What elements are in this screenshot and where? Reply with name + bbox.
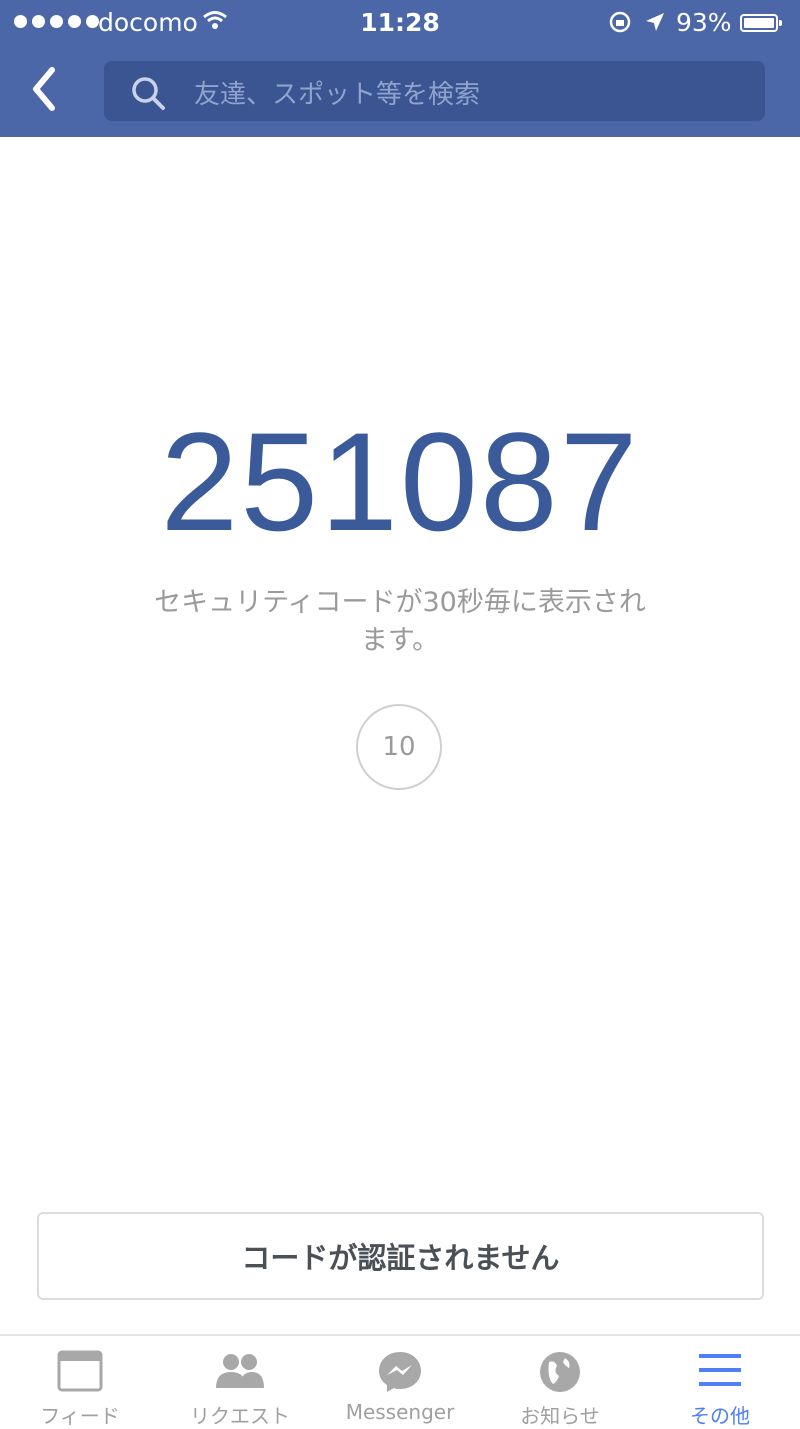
- news-feed-icon: [57, 1350, 103, 1396]
- tab-feed[interactable]: フィード: [0, 1336, 160, 1429]
- back-button[interactable]: [24, 64, 74, 120]
- security-code: 251087: [160, 403, 640, 560]
- tab-requests-label: リクエスト: [190, 1404, 290, 1428]
- security-code-caption: セキュリティコードが30秒毎に表示されます。: [154, 587, 646, 656]
- friend-requests-icon: [214, 1350, 266, 1396]
- countdown-timer: 10: [356, 704, 442, 790]
- menu-icon: [697, 1350, 743, 1394]
- location-arrow-icon: [644, 10, 666, 39]
- tab-more-label: その他: [690, 1404, 750, 1428]
- tab-notifications-label: お知らせ: [520, 1404, 600, 1428]
- battery-percent: 93%: [676, 8, 732, 37]
- tab-messenger[interactable]: Messenger: [320, 1336, 480, 1429]
- search-icon: [130, 75, 166, 115]
- messenger-icon: [377, 1350, 423, 1398]
- tab-feed-label: フィード: [40, 1404, 120, 1428]
- top-header: docomo 11:28 93% 友達、スポット等を検索: [0, 0, 800, 137]
- battery-icon: [740, 14, 782, 32]
- tab-bar: フィード リクエスト Messenger お知らせ その他: [0, 1334, 800, 1429]
- tab-messenger-label: Messenger: [345, 1400, 455, 1424]
- tab-more[interactable]: その他: [640, 1336, 800, 1429]
- search-placeholder: 友達、スポット等を検索: [194, 80, 481, 110]
- search-input[interactable]: 友達、スポット等を検索: [104, 61, 765, 121]
- status-bar: docomo 11:28 93%: [0, 0, 800, 46]
- tab-notifications[interactable]: お知らせ: [480, 1336, 640, 1429]
- globe-icon: [537, 1350, 583, 1398]
- tab-requests[interactable]: リクエスト: [160, 1336, 320, 1429]
- code-not-working-button[interactable]: コードが認証されません: [37, 1212, 764, 1300]
- rotation-lock-icon: [608, 10, 632, 40]
- chevron-left-icon: [33, 67, 55, 111]
